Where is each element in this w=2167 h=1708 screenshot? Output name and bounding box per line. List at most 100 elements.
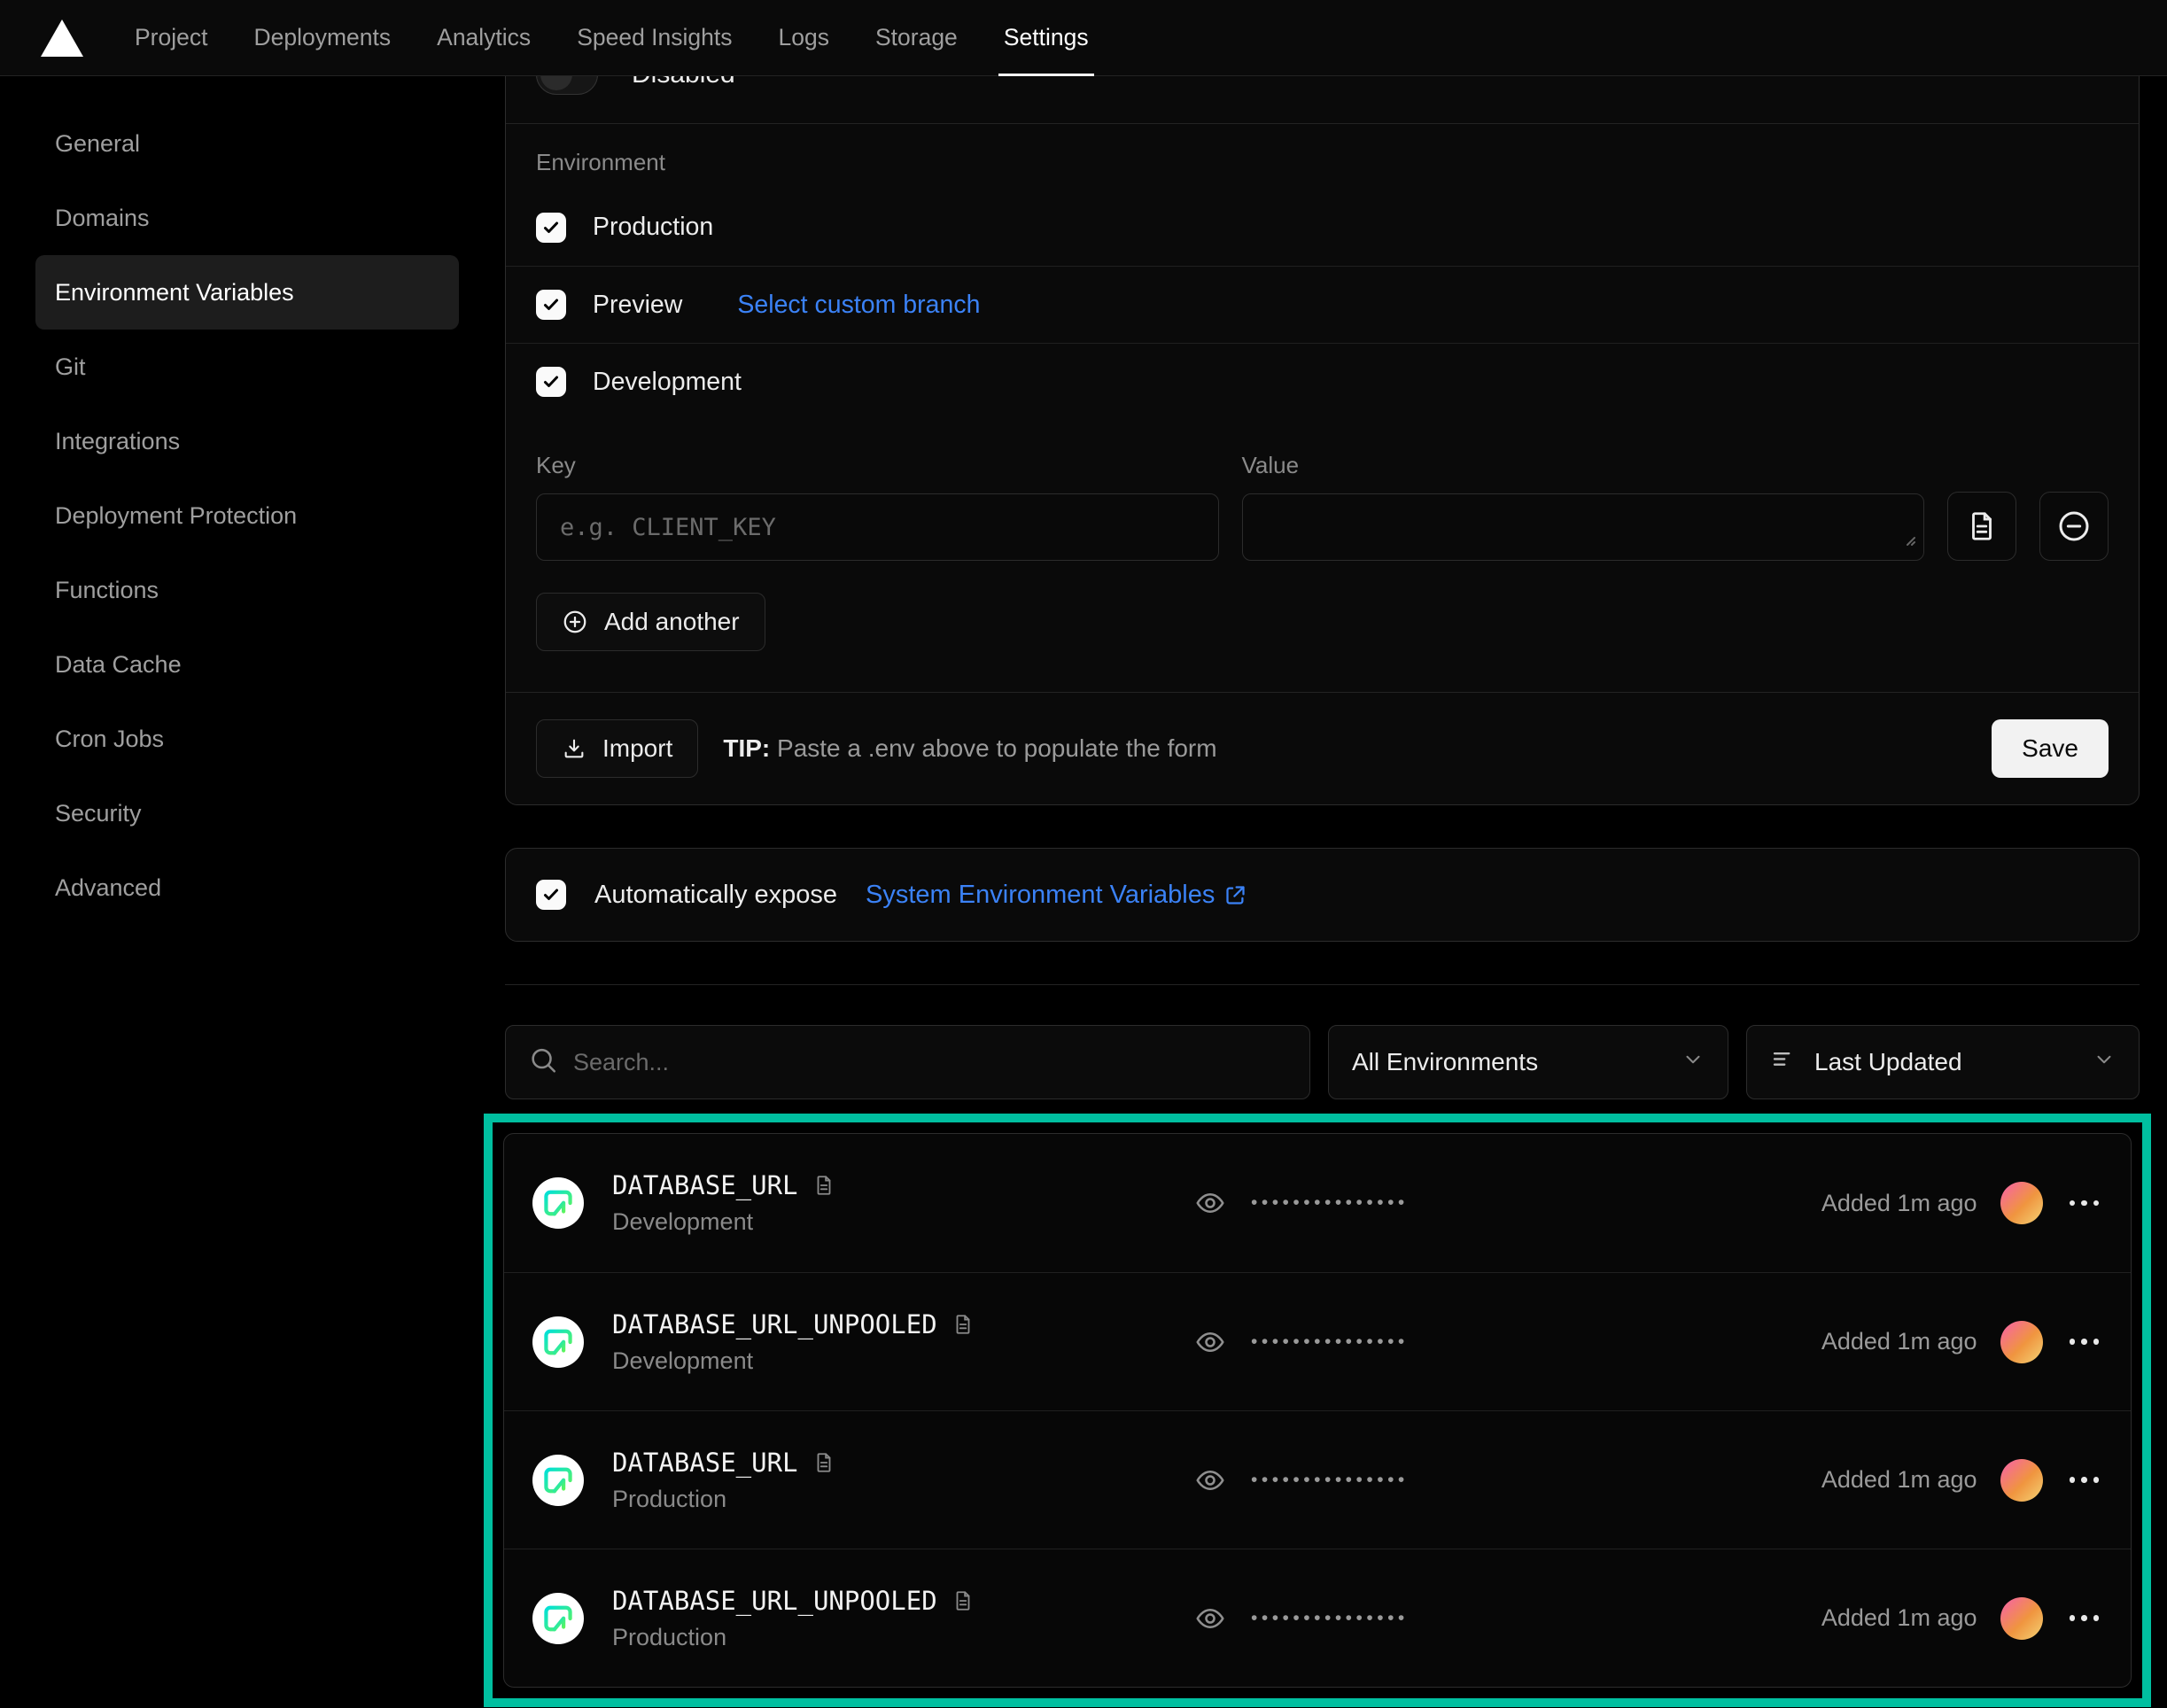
development-checkbox[interactable] <box>536 367 566 397</box>
sort-select[interactable]: Last Updated <box>1746 1025 2140 1099</box>
preview-checkbox[interactable] <box>536 290 566 320</box>
nav-tab-settings[interactable]: Settings <box>1004 0 1089 76</box>
row-actions-menu[interactable] <box>2066 1608 2103 1628</box>
nav-tab-deployments[interactable]: Deployments <box>253 0 391 76</box>
key-label: Key <box>536 452 1219 479</box>
system-env-variables-link[interactable]: System Environment Variables <box>866 881 1247 910</box>
note-icon[interactable] <box>812 1451 835 1474</box>
sidebar-item-domains[interactable]: Domains <box>35 181 459 255</box>
added-timestamp: Added 1m ago <box>1821 1466 1977 1494</box>
masked-value: ••••••••••••••• <box>1251 1331 1409 1353</box>
key-field-group: Key <box>536 452 1219 561</box>
neon-integration-icon <box>532 1593 584 1644</box>
row-actions-menu[interactable] <box>2066 1193 2103 1214</box>
plus-circle-icon <box>562 609 588 635</box>
avatar <box>2000 1459 2043 1502</box>
form-footer: Import TIP: Paste a .env above to popula… <box>506 693 2139 804</box>
variable-environment: Development <box>612 1208 1166 1236</box>
key-input[interactable] <box>536 493 1219 561</box>
env-variable-row[interactable]: DATABASE_URL Development •••••••••••••••… <box>504 1134 2131 1272</box>
development-label: Development <box>593 368 742 397</box>
eye-icon[interactable] <box>1194 1464 1226 1496</box>
environment-row-preview: Preview Select custom branch <box>506 266 2139 343</box>
neon-integration-icon <box>532 1316 584 1368</box>
sidebar-item-functions[interactable]: Functions <box>35 553 459 627</box>
nav-tab-storage[interactable]: Storage <box>875 0 958 76</box>
variable-environment: Development <box>612 1347 1166 1375</box>
eye-icon[interactable] <box>1194 1603 1226 1634</box>
row-meta: Added 1m ago <box>1821 1182 2102 1224</box>
value-label: Value <box>1242 452 1925 479</box>
env-variable-row[interactable]: DATABASE_URL_UNPOOLED Development ••••••… <box>504 1272 2131 1410</box>
env-variable-row[interactable]: DATABASE_URL_UNPOOLED Production •••••••… <box>504 1549 2131 1687</box>
row-actions-menu[interactable] <box>2066 1331 2103 1352</box>
annotation-highlight-frame: DATABASE_URL Development •••••••••••••••… <box>484 1114 2151 1707</box>
env-variable-row[interactable]: DATABASE_URL Production ••••••••••••••• … <box>504 1410 2131 1549</box>
row-actions-menu[interactable] <box>2066 1470 2103 1490</box>
download-icon <box>562 736 586 761</box>
note-icon[interactable] <box>951 1313 975 1336</box>
system-env-card: Automatically expose System Environment … <box>505 848 2140 942</box>
variable-value-column: ••••••••••••••• <box>1166 1603 1821 1634</box>
variable-name: DATABASE_URL_UNPOOLED <box>612 1586 937 1616</box>
eye-icon[interactable] <box>1194 1326 1226 1358</box>
masked-value: ••••••••••••••• <box>1251 1608 1409 1629</box>
nav-tab-speed-insights[interactable]: Speed Insights <box>577 0 732 76</box>
masked-value: ••••••••••••••• <box>1251 1470 1409 1491</box>
divider <box>506 123 2139 124</box>
value-field-group: Value <box>1242 452 1925 561</box>
environment-filter-select[interactable]: All Environments <box>1328 1025 1728 1099</box>
external-link-icon <box>1223 883 1247 907</box>
sidebar-item-general[interactable]: General <box>35 106 459 181</box>
neon-integration-icon <box>532 1177 584 1229</box>
sidebar-item-integrations[interactable]: Integrations <box>35 404 459 478</box>
env-variable-list: DATABASE_URL Development •••••••••••••••… <box>503 1133 2132 1688</box>
nav-tab-analytics[interactable]: Analytics <box>437 0 531 76</box>
sidebar-item-cron-jobs[interactable]: Cron Jobs <box>35 702 459 776</box>
note-icon[interactable] <box>951 1589 975 1612</box>
expose-label: Automatically expose <box>594 881 837 910</box>
added-timestamp: Added 1m ago <box>1821 1190 1977 1217</box>
row-meta: Added 1m ago <box>1821 1597 2102 1640</box>
variable-value-column: ••••••••••••••• <box>1166 1464 1821 1496</box>
save-button[interactable]: Save <box>1992 719 2109 778</box>
value-input[interactable] <box>1242 493 1925 561</box>
sidebar-item-environment-variables[interactable]: Environment Variables <box>35 255 459 330</box>
environment-row-production: Production <box>506 189 2139 266</box>
chevron-down-icon <box>2093 1048 2116 1077</box>
search-input[interactable] <box>505 1025 1310 1099</box>
vercel-logo-icon[interactable] <box>41 19 83 57</box>
nav-tab-logs[interactable]: Logs <box>779 0 829 76</box>
variable-value-column: ••••••••••••••• <box>1166 1187 1821 1219</box>
variable-name-column: DATABASE_URL_UNPOOLED Production <box>612 1586 1166 1651</box>
sidebar-item-security[interactable]: Security <box>35 776 459 850</box>
sidebar-item-advanced[interactable]: Advanced <box>35 850 459 925</box>
paste-env-file-button[interactable] <box>1947 492 2016 561</box>
minus-circle-icon <box>2056 509 2092 544</box>
remove-row-button[interactable] <box>2039 492 2109 561</box>
production-checkbox[interactable] <box>536 213 566 243</box>
add-another-button[interactable]: Add another <box>536 593 765 651</box>
environment-section-label: Environment <box>536 149 2139 176</box>
variable-name: DATABASE_URL_UNPOOLED <box>612 1309 937 1339</box>
note-icon[interactable] <box>812 1174 835 1197</box>
avatar <box>2000 1597 2043 1640</box>
search-box <box>505 1025 1310 1099</box>
import-button[interactable]: Import <box>536 719 698 778</box>
preview-label: Preview <box>593 291 682 320</box>
eye-icon[interactable] <box>1194 1187 1226 1219</box>
select-custom-branch-link[interactable]: Select custom branch <box>737 291 980 320</box>
sidebar-item-git[interactable]: Git <box>35 330 459 404</box>
production-label: Production <box>593 213 713 242</box>
env-form-card: Disabled Environment Production Preview … <box>505 27 2140 805</box>
variable-name-column: DATABASE_URL Development <box>612 1170 1166 1236</box>
expose-checkbox[interactable] <box>536 880 566 910</box>
nav-tab-project[interactable]: Project <box>135 0 207 76</box>
chevron-down-icon <box>1682 1048 1705 1077</box>
variable-value-column: ••••••••••••••• <box>1166 1326 1821 1358</box>
sidebar-item-deployment-protection[interactable]: Deployment Protection <box>35 478 459 553</box>
row-meta: Added 1m ago <box>1821 1321 2102 1363</box>
document-icon <box>1965 509 1999 543</box>
sidebar-item-data-cache[interactable]: Data Cache <box>35 627 459 702</box>
section-divider <box>505 984 2140 985</box>
